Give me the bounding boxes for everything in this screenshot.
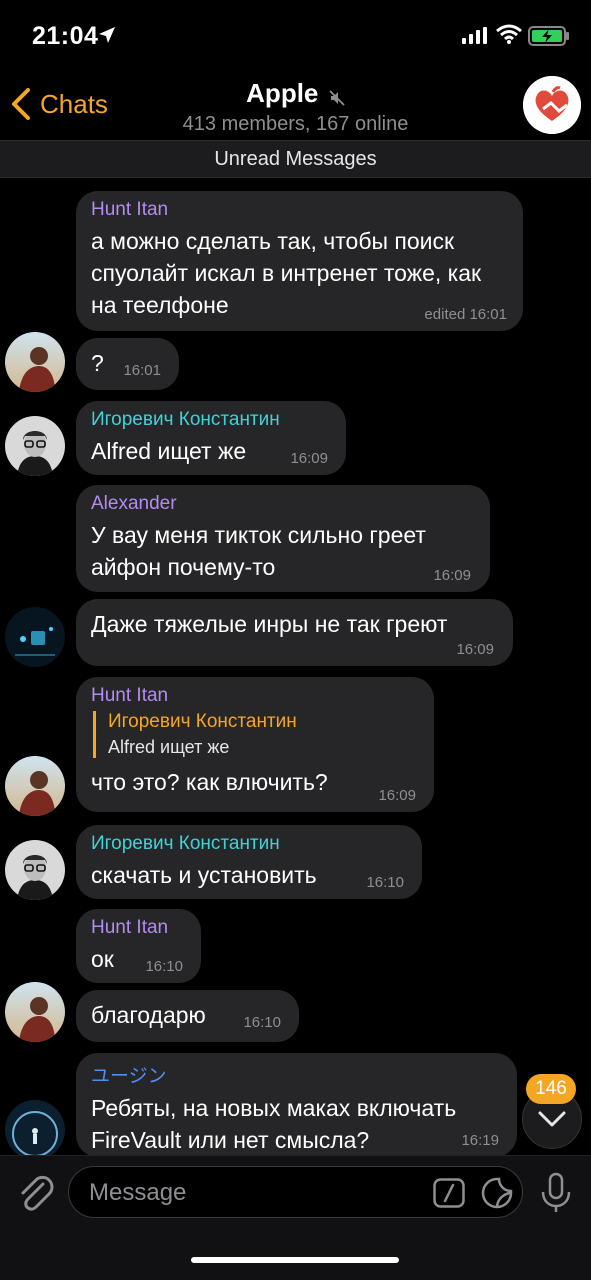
- avatar[interactable]: [5, 416, 65, 476]
- sender-name: Hunt Itan: [91, 685, 169, 706]
- message-bubble[interactable]: Hunt Itan ок 16:10: [76, 909, 201, 983]
- message-text: скачать и установить: [91, 862, 317, 888]
- message-text: У вау меня тикток сильно греет айфон поч…: [91, 522, 426, 580]
- user-photo-icon: [5, 1100, 65, 1160]
- muted-speaker-icon: [329, 90, 345, 106]
- message-time: 16:19: [461, 1132, 499, 1149]
- chat-subtitle: 413 members, 167 online: [182, 113, 409, 135]
- unread-count-badge: 146: [526, 1074, 576, 1104]
- user-photo-icon: [5, 756, 65, 816]
- message-input-placeholder: Message: [89, 1179, 187, 1206]
- status-bar: 21:04: [0, 0, 591, 72]
- message-bubble[interactable]: Игоревич Константин Alfred ищет же 16:09: [76, 401, 346, 475]
- sender-name: Игоревич Константин: [91, 409, 280, 430]
- avatar[interactable]: [5, 607, 65, 667]
- battery-charging-icon: [528, 26, 569, 46]
- chevron-down-icon: [538, 1111, 566, 1127]
- sender-name: ユージン: [91, 1066, 167, 1087]
- message-bubble[interactable]: Игоревич Константин скачать и установить…: [76, 825, 422, 899]
- user-photo-icon: [5, 416, 65, 476]
- status-time: 21:04: [32, 22, 99, 50]
- chat-title: Apple: [246, 78, 319, 108]
- sender-name: Игоревич Константин: [91, 833, 280, 854]
- message-bubble[interactable]: Hunt Itan а можно сделать так, чтобы пои…: [76, 191, 523, 331]
- message-bubble[interactable]: ? 16:01: [76, 338, 179, 390]
- message-input[interactable]: Message: [68, 1166, 523, 1218]
- sender-name: Hunt Itan: [91, 199, 169, 220]
- user-photo-icon: [5, 607, 65, 667]
- message-bubble[interactable]: Hunt Itan Игоревич Константин Alfred ище…: [76, 677, 434, 812]
- message-text: что это? как влючить?: [91, 769, 328, 795]
- user-photo-icon: [5, 840, 65, 900]
- sender-name: Hunt Itan: [91, 917, 169, 938]
- sticker-icon[interactable]: [481, 1177, 513, 1209]
- reply-text: Alfred ищет же: [108, 737, 230, 757]
- user-photo-icon: [5, 982, 65, 1042]
- message-text: Ребяты, на новых маках включать FireVaul…: [91, 1095, 457, 1153]
- message-time: 16:10: [366, 874, 404, 891]
- home-indicator[interactable]: [191, 1257, 399, 1263]
- message-bubble[interactable]: Даже тяжелые инры не так греют 16:09: [76, 599, 513, 666]
- message-time: 16:10: [145, 958, 183, 975]
- sender-name: Alexander: [91, 493, 177, 514]
- message-time: edited 16:01: [424, 306, 507, 323]
- avatar[interactable]: [5, 840, 65, 900]
- cellular-signal-icon: [462, 27, 487, 44]
- avatar[interactable]: [5, 1100, 65, 1160]
- paperclip-icon[interactable]: [14, 1172, 54, 1212]
- message-time: 16:09: [456, 641, 494, 658]
- unread-messages-divider: Unread Messages: [0, 140, 591, 178]
- message-text: Даже тяжелые инры не так греют: [91, 611, 448, 637]
- reply-quote[interactable]: Игоревич Константин Alfred ищет же: [93, 711, 418, 758]
- message-time: 16:09: [290, 450, 328, 467]
- avatar[interactable]: [5, 756, 65, 816]
- message-bubble[interactable]: благодарю 16:10: [76, 990, 299, 1042]
- message-time: 16:09: [378, 787, 416, 804]
- message-time: 16:09: [433, 567, 471, 584]
- message-time: 16:01: [123, 362, 161, 379]
- message-bubble[interactable]: ユージン Ребяты, на новых маках включать Fir…: [76, 1053, 517, 1157]
- reply-sender-name: Игоревич Константин: [108, 711, 297, 732]
- bot-commands-icon[interactable]: [433, 1178, 465, 1208]
- microphone-icon[interactable]: [540, 1172, 572, 1214]
- chat-title-area[interactable]: Apple 413 members, 167 online: [0, 78, 591, 136]
- location-arrow-icon: [99, 27, 115, 43]
- message-time: 16:10: [243, 1014, 281, 1031]
- wifi-icon: [496, 24, 522, 44]
- user-photo-icon: [5, 332, 65, 392]
- avatar[interactable]: [5, 982, 65, 1042]
- chat-header: Chats Apple 413 members, 167 online: [0, 72, 591, 140]
- avatar[interactable]: [5, 332, 65, 392]
- message-bubble[interactable]: Alexander У вау меня тикток сильно греет…: [76, 485, 490, 592]
- group-avatar[interactable]: [523, 76, 581, 134]
- group-logo-icon: [523, 76, 581, 134]
